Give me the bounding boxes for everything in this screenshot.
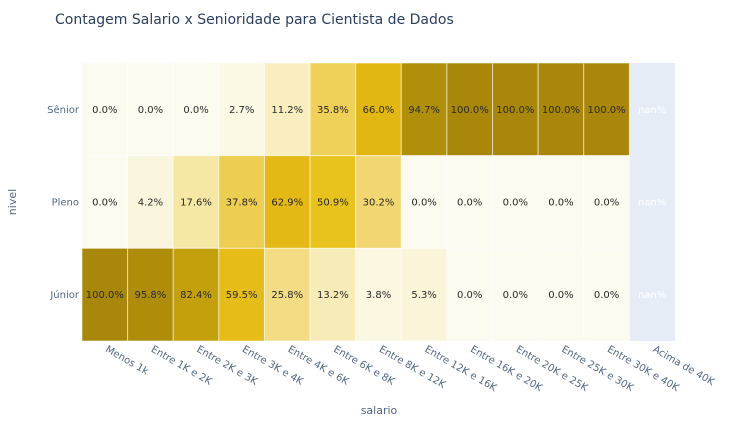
cell-label: 0.0% [548,198,573,209]
cell-label: 100.0% [542,105,580,116]
cell-label: 100.0% [451,105,489,116]
x-axis-ticks: Menos 1kEntre 1K e 2KEntre 2K e 3KEntre … [103,344,716,394]
y-tick-label: Júnior [49,289,80,301]
cell-label: 66.0% [363,105,395,116]
cell-label: 0.0% [183,105,208,116]
cell-label: 0.0% [594,198,619,209]
cell-label: nan% [638,105,666,116]
cell-label: 59.5% [226,290,258,301]
cell-label: 35.8% [317,105,349,116]
cell-label: 11.2% [271,105,303,116]
cell-label: 94.7% [408,105,440,116]
cell-label: 0.0% [594,290,619,301]
cell-label: 100.0% [496,105,534,116]
cell-label: 13.2% [317,290,349,301]
cell-label: nan% [638,198,666,209]
cell-label: 0.0% [503,198,528,209]
cell-label: 0.0% [457,198,482,209]
cell-label: 0.0% [92,198,117,209]
y-axis-ticks: Sênior Pleno Júnior [47,104,80,301]
cell-label: 4.2% [138,198,163,209]
cell-label: 25.8% [271,290,303,301]
cell-label: 0.0% [457,290,482,301]
chart-title: Contagem Salario x Senioridade para Cien… [55,12,454,28]
cell-label: 100.0% [86,290,124,301]
cell-label: nan% [638,290,666,301]
y-tick-label: Pleno [52,198,79,209]
cell-label: 0.0% [548,290,573,301]
cell-label: 2.7% [229,105,254,116]
x-axis-title: salario [361,404,398,417]
cell-label: 37.8% [226,198,258,209]
cell-label: 50.9% [317,198,349,209]
cell-label: 0.0% [138,105,163,116]
cell-label: 17.6% [180,198,212,209]
cell-label: 82.4% [180,290,212,301]
cell-label: 100.0% [588,105,626,116]
y-axis-title: nivel [6,189,19,215]
cell-label: 95.8% [135,290,167,301]
cell-label: 30.2% [363,198,395,209]
cell-label: 0.0% [503,290,528,301]
x-tick-label: Menos 1k [103,344,150,378]
cell-label: 3.8% [366,290,391,301]
heatmap-chart: Contagem Salario x Senioridade para Cien… [6,12,716,417]
cell-label: 5.3% [411,290,436,301]
cell-label: 62.9% [271,198,303,209]
cell-label: 0.0% [92,105,117,116]
cell-label: 0.0% [411,198,436,209]
y-tick-label: Sênior [47,104,80,116]
